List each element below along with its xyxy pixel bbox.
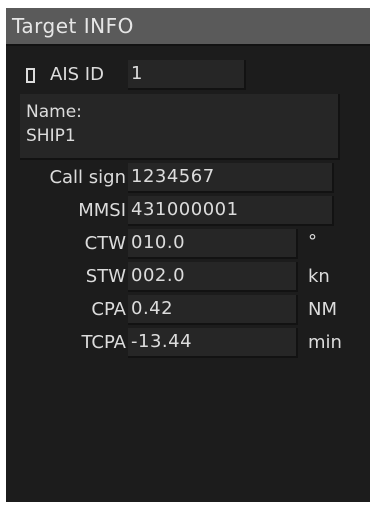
tcpa-value: -13.44 [131, 331, 193, 352]
call-sign-field: 1234567 [128, 163, 334, 193]
mmsi-value: 431000001 [131, 199, 239, 220]
cpa-field: 0.42 [128, 295, 298, 325]
tcpa-field: -13.44 [128, 328, 298, 358]
ctw-value: 010.0 [131, 232, 186, 253]
ctw-label: CTW [84, 233, 126, 254]
stw-label: STW [85, 266, 126, 287]
name-label: Name: [26, 102, 82, 122]
cpa-label: CPA [91, 299, 126, 320]
ctw-unit: ° [308, 231, 317, 252]
target-info-panel: Target INFO AIS ID 1 Name: SHIP1 Call si… [6, 8, 370, 502]
mmsi-field: 431000001 [128, 196, 334, 226]
call-sign-value: 1234567 [131, 166, 215, 187]
ais-id-label: AIS ID [50, 64, 104, 85]
name-box: Name: SHIP1 [20, 94, 340, 160]
cpa-value: 0.42 [131, 298, 174, 319]
title-bar[interactable]: Target INFO [6, 8, 370, 46]
call-sign-label: Call sign [49, 167, 126, 188]
ctw-field: 010.0 [128, 229, 298, 259]
tcpa-unit: min [308, 332, 342, 353]
ais-id-checkbox[interactable] [26, 68, 35, 83]
panel-title: Target INFO [12, 14, 134, 38]
stw-unit: kn [308, 266, 330, 287]
ais-id-value: 1 [131, 63, 143, 84]
tcpa-label: TCPA [81, 332, 126, 353]
name-value: SHIP1 [26, 126, 76, 146]
ais-id-field: 1 [128, 60, 246, 90]
stw-field: 002.0 [128, 262, 298, 292]
mmsi-label: MMSI [78, 200, 126, 221]
cpa-unit: NM [308, 299, 337, 320]
stw-value: 002.0 [131, 265, 186, 286]
